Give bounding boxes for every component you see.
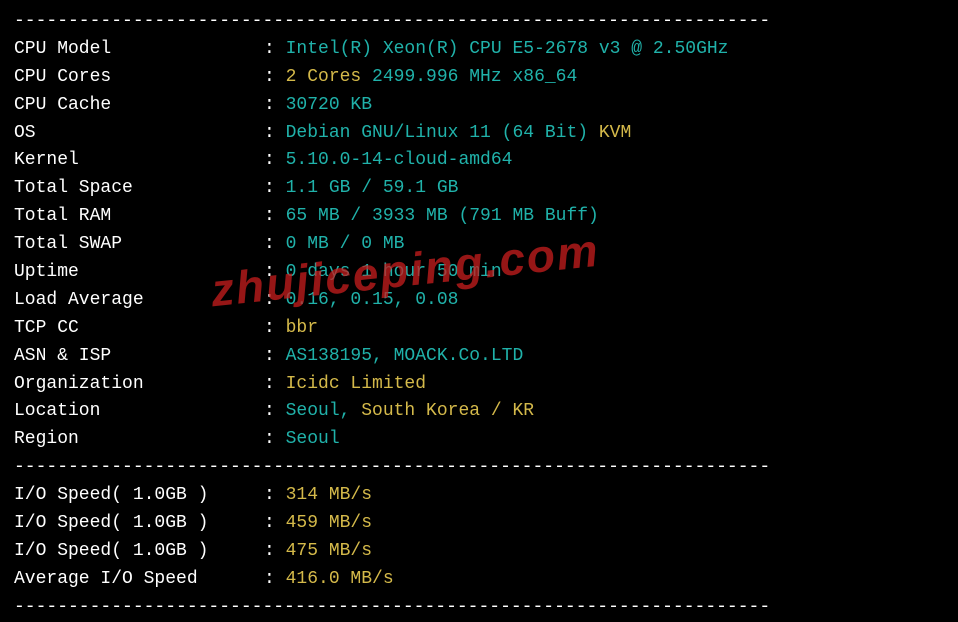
divider-top: ----------------------------------------… xyxy=(14,8,944,36)
io-row: Average I/O Speed : 416.0 MB/s xyxy=(14,566,944,594)
info-row: CPU Model : Intel(R) Xeon(R) CPU E5-2678… xyxy=(14,36,944,64)
info-row: Organization : Icidc Limited xyxy=(14,371,944,399)
info-row: Uptime : 0 days 1 hour 50 min xyxy=(14,259,944,287)
info-value: Intel(R) Xeon(R) CPU E5-2678 v3 @ 2.50GH… xyxy=(286,36,729,64)
colon: : xyxy=(264,175,286,203)
io-row: I/O Speed( 1.0GB ) : 475 MB/s xyxy=(14,538,944,566)
io-label: I/O Speed( 1.0GB ) xyxy=(14,510,264,538)
colon: : xyxy=(264,538,286,566)
info-row: CPU Cores : 2 Cores 2499.996 MHz x86_64 xyxy=(14,64,944,92)
divider-bottom: ----------------------------------------… xyxy=(14,594,944,622)
info-label: Kernel xyxy=(14,147,264,175)
info-value: Icidc Limited xyxy=(286,371,426,399)
info-label: CPU Cores xyxy=(14,64,264,92)
io-row: I/O Speed( 1.0GB ) : 314 MB/s xyxy=(14,482,944,510)
info-label: Total SWAP xyxy=(14,231,264,259)
info-value: Seoul, xyxy=(286,398,351,426)
info-row: Total SWAP : 0 MB / 0 MB xyxy=(14,231,944,259)
io-value: 416.0 MB/s xyxy=(286,566,394,594)
colon: : xyxy=(264,120,286,148)
colon: : xyxy=(264,147,286,175)
colon: : xyxy=(264,203,286,231)
info-label: Uptime xyxy=(14,259,264,287)
info-row: Total RAM : 65 MB / 3933 MB (791 MB Buff… xyxy=(14,203,944,231)
info-label: Total RAM xyxy=(14,203,264,231)
info-value: 65 MB / 3933 MB (791 MB Buff) xyxy=(286,203,599,231)
info-label: Load Average xyxy=(14,287,264,315)
io-row: I/O Speed( 1.0GB ) : 459 MB/s xyxy=(14,510,944,538)
info-value: KVM xyxy=(588,120,631,148)
io-value: 475 MB/s xyxy=(286,538,372,566)
io-value: 459 MB/s xyxy=(286,510,372,538)
info-value: 5.10.0-14-cloud-amd64 xyxy=(286,147,513,175)
colon: : xyxy=(264,92,286,120)
info-label: Location xyxy=(14,398,264,426)
info-value: 2499.996 MHz x86_64 xyxy=(361,64,577,92)
info-label: CPU Cache xyxy=(14,92,264,120)
colon: : xyxy=(264,343,286,371)
info-row: ASN & ISP : AS138195, MOACK.Co.LTD xyxy=(14,343,944,371)
info-value: 2 Cores xyxy=(286,64,362,92)
colon: : xyxy=(264,287,286,315)
colon: : xyxy=(264,482,286,510)
info-label: Total Space xyxy=(14,175,264,203)
colon: : xyxy=(264,315,286,343)
info-row: OS : Debian GNU/Linux 11 (64 Bit) KVM xyxy=(14,120,944,148)
info-label: ASN & ISP xyxy=(14,343,264,371)
info-label: CPU Model xyxy=(14,36,264,64)
info-row: TCP CC : bbr xyxy=(14,315,944,343)
info-value: bbr xyxy=(286,315,318,343)
info-value: AS138195, MOACK.Co.LTD xyxy=(286,343,524,371)
info-row: Load Average : 0.16, 0.15, 0.08 xyxy=(14,287,944,315)
info-label: TCP CC xyxy=(14,315,264,343)
io-label: I/O Speed( 1.0GB ) xyxy=(14,538,264,566)
io-label: I/O Speed( 1.0GB ) xyxy=(14,482,264,510)
io-value: 314 MB/s xyxy=(286,482,372,510)
io-label: Average I/O Speed xyxy=(14,566,264,594)
info-value: 30720 KB xyxy=(286,92,372,120)
info-row: Location : Seoul, South Korea / KR xyxy=(14,398,944,426)
info-label: OS xyxy=(14,120,264,148)
info-value: South Korea / KR xyxy=(350,398,534,426)
info-row: CPU Cache : 30720 KB xyxy=(14,92,944,120)
colon: : xyxy=(264,36,286,64)
info-value: 0.16, 0.15, 0.08 xyxy=(286,287,459,315)
info-value: 0 MB / 0 MB xyxy=(286,231,405,259)
colon: : xyxy=(264,510,286,538)
divider-mid: ----------------------------------------… xyxy=(14,454,944,482)
info-row: Kernel : 5.10.0-14-cloud-amd64 xyxy=(14,147,944,175)
colon: : xyxy=(264,64,286,92)
info-row: Total Space : 1.1 GB / 59.1 GB xyxy=(14,175,944,203)
colon: : xyxy=(264,398,286,426)
colon: : xyxy=(264,231,286,259)
info-value: 1.1 GB / 59.1 GB xyxy=(286,175,459,203)
colon: : xyxy=(264,371,286,399)
colon: : xyxy=(264,426,286,454)
info-value: 0 days 1 hour 50 min xyxy=(286,259,502,287)
info-value: Debian GNU/Linux 11 (64 Bit) xyxy=(286,120,588,148)
info-label: Region xyxy=(14,426,264,454)
colon: : xyxy=(264,566,286,594)
info-value: Seoul xyxy=(286,426,340,454)
info-label: Organization xyxy=(14,371,264,399)
colon: : xyxy=(264,259,286,287)
info-row: Region : Seoul xyxy=(14,426,944,454)
